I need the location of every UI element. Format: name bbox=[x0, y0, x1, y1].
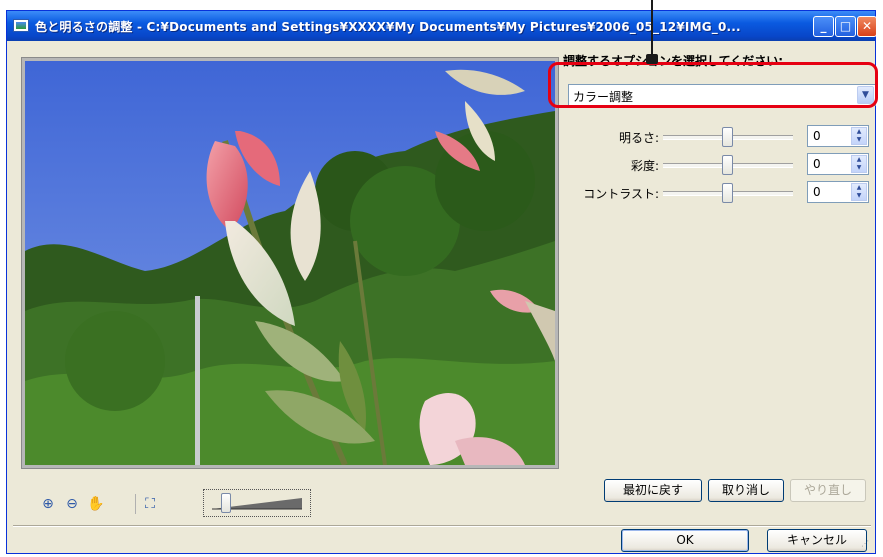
saturation-input[interactable]: 0 ▲ ▼ bbox=[807, 153, 869, 175]
spin-arrows-icon[interactable]: ▲ ▼ bbox=[851, 127, 867, 145]
contrast-input[interactable]: 0 ▲ ▼ bbox=[807, 181, 869, 203]
fit-to-window-icon[interactable]: ⛶ bbox=[141, 495, 159, 513]
saturation-label: 彩度: bbox=[630, 159, 659, 173]
zoom-slider[interactable] bbox=[203, 489, 311, 517]
highlight-box bbox=[548, 62, 878, 108]
ok-button[interactable]: OK bbox=[621, 529, 749, 552]
contrast-value: 0 bbox=[813, 185, 821, 199]
spin-arrows-icon[interactable]: ▲ ▼ bbox=[851, 155, 867, 173]
resize-grip-icon[interactable]: ⋰ bbox=[861, 539, 871, 549]
saturation-slider-thumb[interactable] bbox=[722, 155, 733, 175]
brightness-input[interactable]: 0 ▲ ▼ bbox=[807, 125, 869, 147]
zoom-in-icon[interactable]: ⊕ bbox=[39, 495, 57, 513]
close-button[interactable]: ✕ bbox=[857, 16, 877, 37]
saturation-value: 0 bbox=[813, 157, 821, 171]
callout-pointer bbox=[646, 54, 658, 64]
minimize-button[interactable]: _ bbox=[813, 16, 834, 37]
undo-button[interactable]: 取り消し bbox=[708, 479, 784, 502]
toolbar-separator bbox=[135, 494, 136, 514]
zoom-slider-thumb[interactable] bbox=[220, 493, 231, 513]
contrast-slider-thumb[interactable] bbox=[722, 183, 733, 203]
brightness-slider-thumb[interactable] bbox=[722, 127, 733, 147]
divider bbox=[13, 525, 871, 527]
preview-frame bbox=[21, 57, 559, 469]
zoom-out-icon[interactable]: ⊖ bbox=[63, 495, 81, 513]
hand-pan-icon[interactable]: ✋ bbox=[87, 495, 105, 513]
contrast-label: コントラスト: bbox=[583, 187, 659, 201]
reset-button[interactable]: 最初に戻す bbox=[604, 479, 702, 502]
spin-arrows-icon[interactable]: ▲ ▼ bbox=[851, 183, 867, 201]
redo-button[interactable]: やり直し bbox=[790, 479, 866, 502]
window-title: 色と明るさの調整 - C:¥Documents and Settings¥XXX… bbox=[35, 20, 741, 34]
title-bar[interactable]: 色と明るさの調整 - C:¥Documents and Settings¥XXX… bbox=[7, 11, 877, 41]
app-icon bbox=[13, 19, 29, 32]
maximize-button[interactable]: □ bbox=[835, 16, 856, 37]
preview-image[interactable] bbox=[25, 61, 555, 465]
cancel-button[interactable]: キャンセル bbox=[767, 529, 867, 552]
brightness-label: 明るさ: bbox=[618, 131, 659, 145]
brightness-value: 0 bbox=[813, 129, 821, 143]
